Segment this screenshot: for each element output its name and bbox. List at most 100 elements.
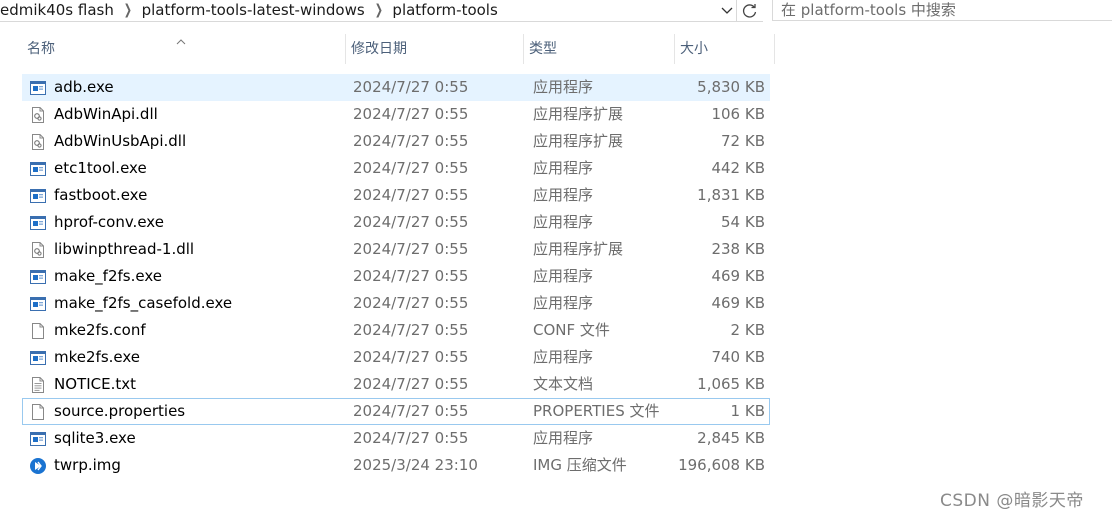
file-size: 5,830 KB bbox=[697, 78, 765, 96]
file-name: hprof-conv.exe bbox=[54, 213, 164, 231]
file-size: 1,065 KB bbox=[697, 375, 765, 393]
file-row[interactable]: make_f2fs_casefold.exe 2024/7/27 0:55 应用程序… bbox=[22, 290, 770, 317]
breadcrumb-separator-icon[interactable]: ❯ bbox=[372, 2, 386, 18]
breadcrumb-item-edmik40s-flash[interactable]: edmik40s flash bbox=[0, 1, 118, 19]
file-name: adb.exe bbox=[54, 78, 114, 96]
file-row[interactable]: twrp.img 2025/3/24 23:10 IMG 压缩文件 196,608 K… bbox=[22, 452, 770, 479]
dll-icon bbox=[29, 106, 47, 124]
search-input[interactable]: 在 platform-tools 中搜索 bbox=[772, 0, 1112, 21]
breadcrumb-separator-icon[interactable]: ❯ bbox=[121, 2, 135, 18]
blank-file-icon bbox=[29, 403, 47, 421]
file-size: 1,831 KB bbox=[697, 186, 765, 204]
exe-icon bbox=[29, 160, 47, 178]
file-row[interactable]: libwinpthread-1.dll 2024/7/27 0:55 应用程序扩展 2… bbox=[22, 236, 770, 263]
file-row[interactable]: NOTICE.txt 2024/7/27 0:55 文本文档 1,065 KB bbox=[22, 371, 770, 398]
file-name: mke2fs.exe bbox=[54, 348, 141, 366]
breadcrumb-item-platform-tools[interactable]: platform-tools bbox=[388, 1, 501, 19]
file-size: 72 KB bbox=[721, 132, 765, 150]
file-row[interactable]: mke2fs.exe 2024/7/27 0:55 应用程序 740 KB bbox=[22, 344, 770, 371]
file-name: libwinpthread-1.dll bbox=[54, 240, 195, 258]
address-row: edmik40s flash ❯ platform-tools-latest-w… bbox=[0, 0, 1112, 22]
file-modified-date: 2024/7/27 0:55 bbox=[353, 429, 469, 447]
file-type: PROPERTIES 文件 bbox=[533, 402, 660, 420]
dll-icon bbox=[29, 241, 47, 259]
sort-ascending-icon bbox=[176, 30, 186, 49]
file-type: 应用程序 bbox=[533, 294, 594, 312]
file-modified-date: 2025/3/24 23:10 bbox=[353, 456, 478, 474]
column-header-size-label: 大小 bbox=[680, 41, 708, 57]
blank-file-icon bbox=[29, 322, 47, 340]
text-file-icon bbox=[29, 376, 47, 394]
breadcrumb: edmik40s flash ❯ platform-tools-latest-w… bbox=[0, 0, 502, 20]
disc-image-icon bbox=[29, 457, 47, 475]
column-headers: 名称 修改日期 类型 大小 bbox=[0, 34, 775, 64]
exe-icon bbox=[29, 430, 47, 448]
file-size: 1 KB bbox=[730, 402, 765, 420]
file-modified-date: 2024/7/27 0:55 bbox=[353, 213, 469, 231]
column-header-type-label: 类型 bbox=[529, 41, 557, 57]
file-modified-date: 2024/7/27 0:55 bbox=[353, 402, 469, 420]
file-row[interactable]: etc1tool.exe 2024/7/27 0:55 应用程序 442 KB bbox=[22, 155, 770, 182]
file-type: 应用程序 bbox=[533, 213, 594, 231]
file-modified-date: 2024/7/27 0:55 bbox=[353, 105, 469, 123]
refresh-icon bbox=[742, 3, 757, 18]
chevron-down-icon bbox=[721, 7, 733, 14]
file-size: 2 KB bbox=[730, 321, 765, 339]
file-modified-date: 2024/7/27 0:55 bbox=[353, 375, 469, 393]
column-header-size[interactable]: 大小 bbox=[675, 34, 775, 64]
exe-icon bbox=[29, 187, 47, 205]
file-size: 106 KB bbox=[711, 105, 765, 123]
file-size: 740 KB bbox=[711, 348, 765, 366]
file-modified-date: 2024/7/27 0:55 bbox=[353, 159, 469, 177]
file-row[interactable]: adb.exe 2024/7/27 0:55 应用程序 5,830 KB bbox=[22, 74, 770, 101]
refresh-button[interactable] bbox=[736, 0, 763, 22]
column-header-date[interactable]: 修改日期 bbox=[346, 34, 524, 64]
file-type: IMG 压缩文件 bbox=[533, 456, 627, 474]
file-type: 应用程序 bbox=[533, 348, 594, 366]
file-row[interactable]: sqlite3.exe 2024/7/27 0:55 应用程序 2,845 KB bbox=[22, 425, 770, 452]
file-modified-date: 2024/7/27 0:55 bbox=[353, 321, 469, 339]
file-type: 应用程序 bbox=[533, 78, 594, 96]
file-row[interactable]: make_f2fs.exe 2024/7/27 0:55 应用程序 469 KB bbox=[22, 263, 770, 290]
file-size: 2,845 KB bbox=[697, 429, 765, 447]
file-size: 54 KB bbox=[721, 213, 765, 231]
file-row[interactable]: AdbWinUsbApi.dll 2024/7/27 0:55 应用程序扩展 72 K… bbox=[22, 128, 770, 155]
file-size: 196,608 KB bbox=[678, 456, 765, 474]
file-size: 238 KB bbox=[711, 240, 765, 258]
file-type: 应用程序 bbox=[533, 159, 594, 177]
file-row[interactable]: fastboot.exe 2024/7/27 0:55 应用程序 1,831 KB bbox=[22, 182, 770, 209]
file-name: AdbWinUsbApi.dll bbox=[54, 132, 187, 150]
file-name: make_f2fs_casefold.exe bbox=[54, 294, 233, 312]
file-type: 文本文档 bbox=[533, 375, 594, 393]
file-name: sqlite3.exe bbox=[54, 429, 136, 447]
file-name: fastboot.exe bbox=[54, 186, 148, 204]
file-modified-date: 2024/7/27 0:55 bbox=[353, 348, 469, 366]
file-row[interactable]: hprof-conv.exe 2024/7/27 0:55 应用程序 54 KB bbox=[22, 209, 770, 236]
file-type: CONF 文件 bbox=[533, 321, 610, 339]
exe-icon bbox=[29, 349, 47, 367]
file-modified-date: 2024/7/27 0:55 bbox=[353, 267, 469, 285]
file-row[interactable]: AdbWinApi.dll 2024/7/27 0:55 应用程序扩展 106 KB bbox=[22, 101, 770, 128]
file-modified-date: 2024/7/27 0:55 bbox=[353, 294, 469, 312]
file-list: adb.exe 2024/7/27 0:55 应用程序 5,830 KB AdbWinA… bbox=[22, 74, 770, 479]
file-size: 469 KB bbox=[711, 294, 765, 312]
address-dropdown-button[interactable] bbox=[718, 1, 736, 21]
column-header-date-label: 修改日期 bbox=[351, 41, 407, 57]
file-modified-date: 2024/7/27 0:55 bbox=[353, 132, 469, 150]
file-type: 应用程序 bbox=[533, 267, 594, 285]
exe-icon bbox=[29, 268, 47, 286]
file-name: NOTICE.txt bbox=[54, 375, 136, 393]
column-header-type[interactable]: 类型 bbox=[524, 34, 675, 64]
file-type: 应用程序 bbox=[533, 186, 594, 204]
file-modified-date: 2024/7/27 0:55 bbox=[353, 240, 469, 258]
file-row[interactable]: source.properties 2024/7/27 0:55 PROPERTIE… bbox=[22, 398, 770, 425]
file-modified-date: 2024/7/27 0:55 bbox=[353, 78, 469, 96]
address-bar[interactable]: edmik40s flash ❯ platform-tools-latest-w… bbox=[0, 0, 736, 22]
file-type: 应用程序扩展 bbox=[533, 132, 624, 150]
column-divider[interactable] bbox=[774, 34, 775, 64]
file-name: mke2fs.conf bbox=[54, 321, 146, 339]
file-type: 应用程序扩展 bbox=[533, 105, 624, 123]
file-size: 469 KB bbox=[711, 267, 765, 285]
file-row[interactable]: mke2fs.conf 2024/7/27 0:55 CONF 文件 2 KB bbox=[22, 317, 770, 344]
breadcrumb-item-platform-tools-latest-windows[interactable]: platform-tools-latest-windows bbox=[138, 1, 369, 19]
